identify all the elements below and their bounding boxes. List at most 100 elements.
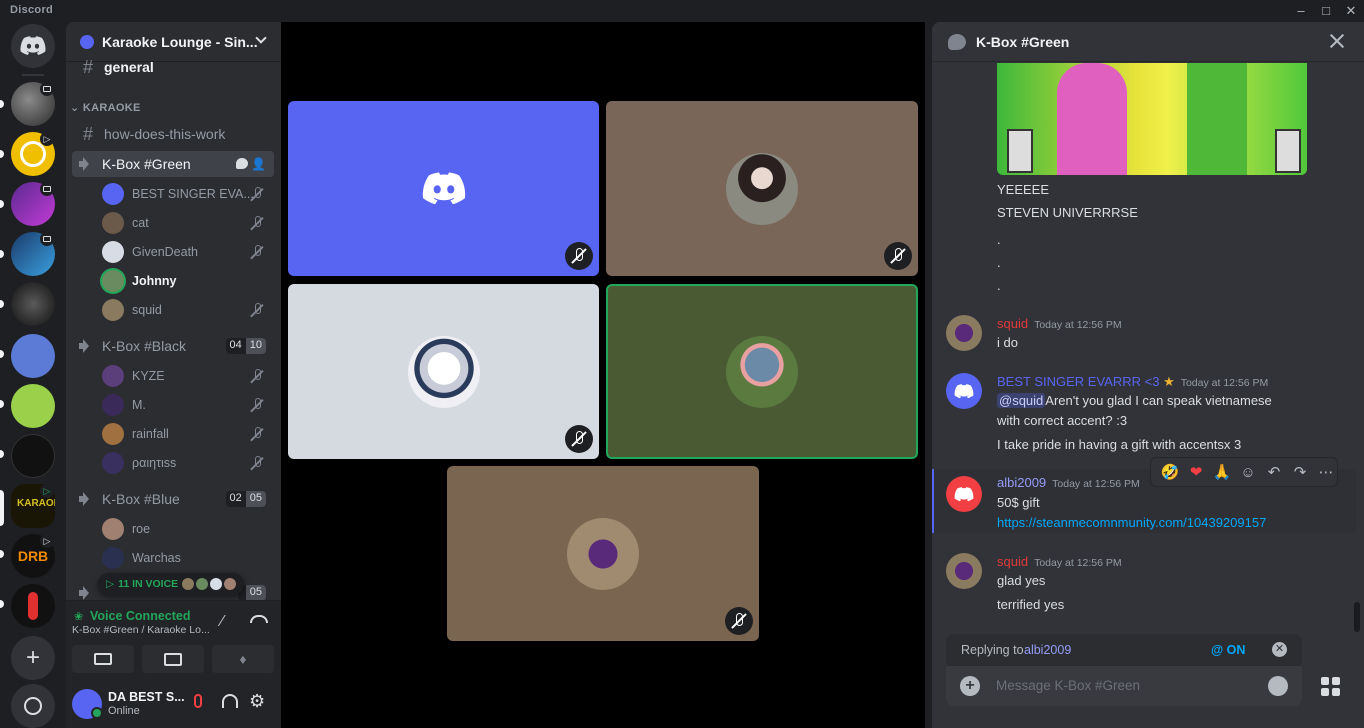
selected-pill (0, 490, 4, 526)
emoji-icon[interactable] (1268, 676, 1288, 696)
activities-button[interactable]: ♦ (212, 645, 274, 673)
video-tile-speaking[interactable] (606, 284, 918, 459)
video-tile[interactable] (606, 101, 918, 276)
maximize-button[interactable]: □ (1313, 2, 1339, 20)
discover-button[interactable] (11, 684, 55, 728)
voice-user[interactable]: BEST SINGER EVA... (102, 181, 274, 207)
in-voice-pill[interactable]: ▷ 11 IN VOICE (98, 573, 245, 595)
voice-user[interactable]: GivenDeath (102, 239, 274, 265)
voice-location[interactable]: K-Box #Green / Karaoke Lo... (72, 624, 210, 636)
avatar (407, 335, 480, 408)
channel-how-does-this-work[interactable]: # how-does-this-work (72, 121, 274, 147)
video-tile[interactable] (288, 101, 599, 276)
message-author[interactable]: squid (997, 554, 1028, 569)
voice-user[interactable]: roe (102, 516, 274, 542)
server-icon-7[interactable] (11, 384, 55, 428)
voice-channel-blue[interactable]: K-Box #Blue 02 05 (72, 486, 274, 512)
channel-label: K-Box #Black (102, 338, 187, 354)
heart-reaction-button[interactable]: ❤ (1185, 461, 1207, 483)
attach-plus-icon[interactable]: + (960, 676, 980, 696)
server-icon-6[interactable] (11, 334, 55, 378)
voice-status[interactable]: Voice Connected (90, 609, 190, 623)
unread-pill (0, 550, 4, 558)
muted-icon (250, 303, 264, 317)
server-icon-8[interactable] (11, 434, 55, 478)
muted-icon (725, 607, 753, 635)
avatar (196, 578, 209, 590)
channel-general[interactable]: # general (72, 55, 274, 79)
avatar[interactable] (946, 373, 982, 409)
avatar (182, 578, 195, 590)
video-tile[interactable] (447, 466, 759, 641)
discord-logo-icon (20, 36, 46, 55)
avatar (224, 578, 237, 590)
message-author[interactable]: albi2009 (997, 475, 1046, 490)
message-header: squid Today at 12:56 PM (997, 316, 1122, 331)
speaker-badge-icon: ▷ (40, 484, 54, 498)
rofl-reaction-button[interactable]: 🤣 (1159, 461, 1181, 483)
mention-toggle[interactable]: @ ON (1211, 643, 1245, 657)
cancel-reply-icon[interactable]: ✕ (1272, 642, 1287, 657)
muted-icon (250, 216, 264, 230)
add-reaction-icon[interactable]: ☺ (1237, 461, 1259, 483)
message-composer[interactable]: + Message K-Box #Green (946, 666, 1302, 706)
invite-user-icon[interactable]: 👤 (251, 157, 266, 171)
server-rail: ▷ KARAOKE ▷ DRB ▷ + (0, 22, 66, 728)
message-author[interactable]: BEST SINGER EVARRR <3 (997, 374, 1159, 389)
message-timestamp: Today at 12:56 PM (1180, 377, 1269, 389)
voice-user[interactable]: KYZE (102, 363, 274, 389)
avatar[interactable] (946, 476, 982, 512)
reply-target[interactable]: albi2009 (1024, 643, 1071, 657)
disconnect-icon[interactable] (250, 615, 268, 623)
camera-button[interactable] (72, 645, 134, 673)
forward-icon[interactable]: ↷ (1289, 461, 1311, 483)
message-text: glad yes (997, 573, 1046, 588)
muted-icon (250, 427, 264, 441)
user-mention[interactable]: @squid (997, 393, 1046, 408)
message-text: with correct accent? :3 (997, 413, 1128, 428)
avatar[interactable] (946, 315, 982, 351)
voice-user[interactable]: cat (102, 210, 274, 236)
voice-user[interactable]: squid (102, 297, 274, 323)
chat-bubble-icon[interactable] (236, 158, 248, 169)
channel-label: K-Box #Green (102, 156, 191, 172)
voice-channel-black[interactable]: K-Box #Black 04 10 (72, 333, 274, 359)
muted-icon (250, 456, 264, 470)
scrollbar[interactable] (1354, 602, 1360, 632)
noise-suppression-icon[interactable]: ∕ (221, 613, 224, 631)
more-icon[interactable]: ⋯ (1315, 461, 1337, 483)
message-link[interactable]: https://steanmecomnmunity.com/1043920915… (997, 515, 1266, 530)
reply-icon[interactable]: ↶ (1263, 461, 1285, 483)
avatar (102, 518, 124, 540)
guild-name: Karaoke Lounge - Sin... (102, 33, 258, 50)
server-icon-5[interactable] (11, 282, 55, 326)
voice-user[interactable]: M. (102, 392, 274, 418)
gear-icon[interactable]: ⚙ (249, 691, 265, 712)
headphones-icon[interactable] (222, 694, 238, 708)
voice-user-speaking[interactable]: Johnny (102, 268, 274, 294)
message-input[interactable]: Message K-Box #Green (996, 678, 1140, 693)
voice-channel-green[interactable]: K-Box #Green 👤 (72, 151, 274, 177)
home-button[interactable] (11, 24, 55, 68)
avatar (567, 517, 639, 590)
screen-share-button[interactable] (142, 645, 204, 673)
username[interactable]: DA BEST S... (108, 690, 185, 704)
voice-user[interactable]: ραιητιss (102, 450, 274, 476)
voice-user[interactable]: Warchas (102, 545, 274, 571)
video-tile[interactable] (288, 284, 599, 459)
apps-button[interactable] (1312, 666, 1348, 706)
close-icon[interactable] (1328, 32, 1346, 50)
pray-reaction-button[interactable]: 🙏 (1211, 461, 1233, 483)
server-icon-11[interactable] (11, 584, 55, 628)
add-server-button[interactable]: + (11, 636, 55, 680)
avatar[interactable] (946, 553, 982, 589)
message-author[interactable]: squid (997, 316, 1028, 331)
speaker-icon: ▷ (106, 578, 115, 590)
minimize-button[interactable]: – (1288, 2, 1314, 20)
close-window-button[interactable]: ✕ (1338, 2, 1364, 20)
speaker-badge-icon: ▷ (40, 534, 54, 548)
voice-user[interactable]: rainfall (102, 421, 274, 447)
mic-muted-icon[interactable] (194, 694, 202, 708)
embedded-image[interactable] (997, 63, 1307, 175)
category-karaoke[interactable]: ⌄ KARAOKE (70, 101, 141, 114)
